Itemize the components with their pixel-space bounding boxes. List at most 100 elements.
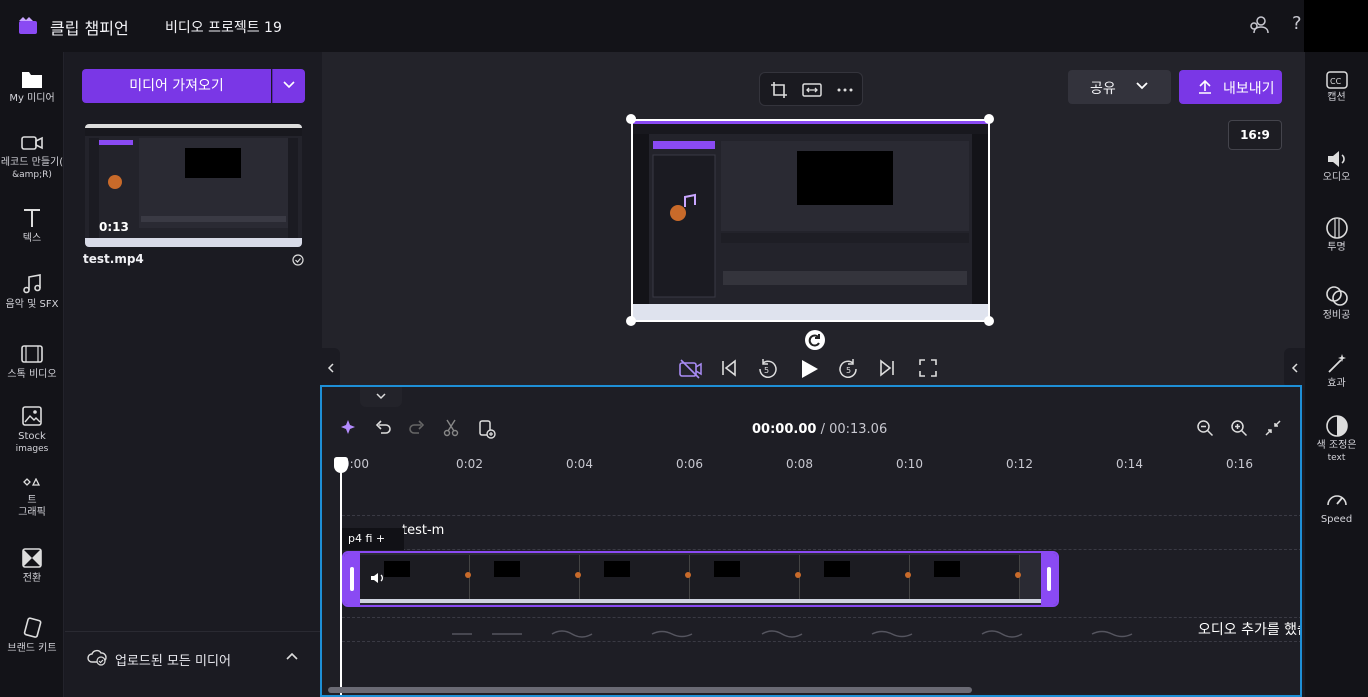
more-options-icon[interactable] [836,81,854,99]
fit-icon[interactable] [802,81,822,99]
scissors-icon[interactable] [442,419,460,437]
property-captions[interactable]: CC 캡션 [1305,70,1368,104]
uploaded-media-label: 업로드된 모든 미디어 [115,654,231,669]
music-icon [23,274,41,294]
magic-icon[interactable] [340,419,358,437]
resize-handle-bl[interactable] [626,316,636,326]
property-sublabel: text [1327,453,1346,463]
rotate-icon [808,334,820,347]
film-icon [21,345,43,363]
export-button[interactable]: 내보내기 [1179,70,1282,104]
total-time: / 00:13.06 [820,422,888,437]
rail-item-brand-kit[interactable]: 브랜드 키트 [0,616,64,655]
share-button[interactable]: 공유 [1068,70,1171,104]
clip-trim-handle-left[interactable] [344,553,360,605]
skip-back-icon[interactable] [720,358,738,378]
resize-handle-br[interactable] [984,316,994,326]
property-audio[interactable]: 오디오 [1305,148,1368,184]
import-dropdown-button[interactable] [272,69,305,103]
text-clip-label[interactable]: test-m [402,523,444,538]
forward-5-icon[interactable]: 5 [838,358,860,380]
property-color[interactable]: 색 조정은 text [1305,414,1368,464]
chevron-up-icon[interactable] [286,652,298,660]
zoom-in-icon[interactable] [1230,419,1248,437]
aspect-ratio-button[interactable]: 16:9 [1228,120,1282,150]
timeline-scrollbar[interactable] [328,687,972,693]
import-media-button[interactable]: 미디어 가져오기 [82,69,271,103]
collapse-right-panel-button[interactable] [1284,348,1305,388]
fullscreen-icon[interactable] [918,358,938,378]
camera-off-icon[interactable] [678,358,702,380]
speaker-icon[interactable] [370,571,386,585]
right-rail: CC 캡션 오디오 투명 정비공 효과 색 조정은 text Speed [1305,52,1368,697]
collapse-left-panel-button[interactable] [322,348,340,388]
rail-label: 텍스 [22,233,42,244]
rail-item-text[interactable]: 텍스 [0,206,64,245]
property-speed[interactable]: Speed [1305,488,1368,526]
property-fade[interactable]: 정비공 [1305,284,1368,322]
rail-label: 브랜드 키트 [7,643,57,654]
app-name: 클립 챔피언 [50,19,129,38]
people-icon[interactable] [1248,14,1270,36]
zoom-out-icon[interactable] [1196,419,1214,437]
crop-icon[interactable] [770,81,788,99]
shapes-icon [23,478,41,486]
rail-item-music[interactable]: 음악 및 SFX [0,272,64,311]
play-icon[interactable] [798,358,820,380]
brand-kit-icon [23,617,42,638]
redo-icon[interactable] [408,419,426,437]
ruler-label: 0:16 [1226,457,1253,471]
rail-item-graphics[interactable]: 트 그래픽 [0,478,64,519]
playhead-handle[interactable] [334,457,348,473]
skip-forward-icon[interactable] [878,358,896,378]
rewind-5-icon[interactable]: 5 [756,358,778,380]
rail-item-stock-video[interactable]: 스톡 비디오 [0,342,64,381]
audio-add-notice: 오디오 추가를 했습니다 [1198,622,1300,638]
playhead[interactable] [340,459,342,695]
rail-label: Stock [18,431,46,442]
collapse-timeline-button[interactable] [360,387,402,407]
text-icon [24,209,40,227]
ruler-label: 0:12 [1006,457,1033,471]
rail-item-record[interactable]: 레코드 만들기( &amp;R) [0,132,64,181]
media-thumbnail[interactable]: 0:13 [85,124,302,247]
clip-tooltip: p4 fi + [342,528,404,550]
rail-label: 전환 [22,573,42,584]
check-circle-icon [292,254,304,266]
resize-handle-tl[interactable] [626,114,636,124]
canvas-screenshot [633,121,988,320]
property-label: Speed [1320,514,1353,525]
uploaded-media-section[interactable]: 업로드된 모든 미디어 [65,631,322,697]
canvas-toolbar [759,72,863,106]
ruler-label: 0:08 [786,457,813,471]
video-clip[interactable] [342,551,1059,607]
svg-text:CC: CC [1330,77,1342,86]
export-label: 내보내기 [1223,81,1275,97]
add-media-icon[interactable] [478,419,496,439]
share-label: 공유 [1090,81,1116,97]
rail-item-transitions[interactable]: 전환 [0,546,64,585]
audio-icon [1327,151,1345,167]
rail-item-my-media[interactable]: My 미디어 [0,68,64,105]
rail-label: 트 [27,495,37,506]
rail-item-stock-images[interactable]: Stock images [0,404,64,455]
captions-icon: CC [1325,71,1348,89]
ruler-label: 0:04 [566,457,593,471]
fit-timeline-icon[interactable] [1264,419,1282,437]
video-canvas[interactable] [631,119,990,322]
property-effects[interactable]: 효과 [1305,352,1368,390]
rail-sublabel: 그래픽 [18,507,46,518]
help-button[interactable]: ? [1292,13,1302,34]
upload-icon [1199,79,1211,94]
clip-trim-handle-right[interactable] [1041,553,1057,605]
media-panel: 미디어 가져오기 0:13 test.mp4 업로드된 모든 미디어 [65,52,322,697]
ruler-label: 0:02 [456,457,483,471]
rotate-handle[interactable] [805,330,825,350]
property-opacity[interactable]: 투명 [1305,216,1368,254]
current-time: 00:00.00 [752,422,817,437]
rail-label: 스톡 비디오 [7,369,57,380]
resize-handle-tr[interactable] [984,114,994,124]
undo-icon[interactable] [374,419,392,437]
transition-icon [22,548,42,568]
project-name[interactable]: 비디오 프로젝트 19 [165,17,282,37]
